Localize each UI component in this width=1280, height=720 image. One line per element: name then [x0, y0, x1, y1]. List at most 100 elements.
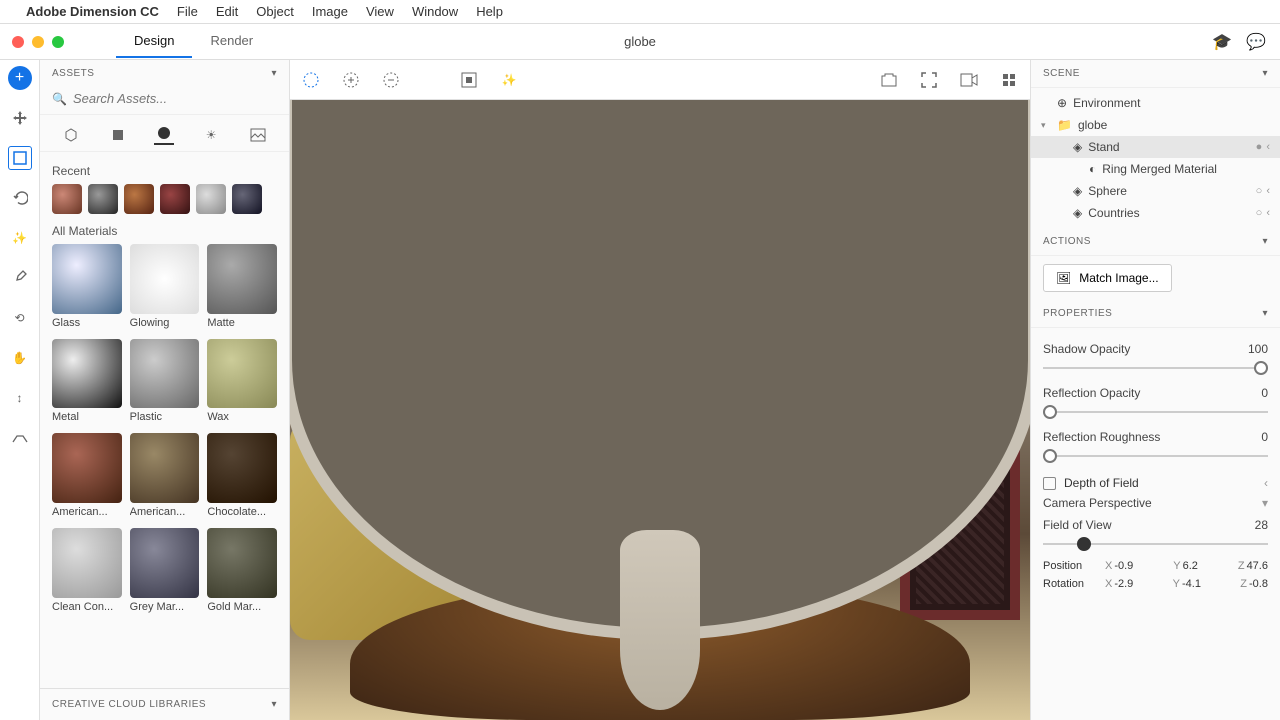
eyedropper-tool[interactable] — [8, 266, 32, 290]
depth-of-field-toggle[interactable]: Depth of Field‹ — [1043, 476, 1268, 490]
camera-bookmark-icon[interactable] — [878, 69, 900, 91]
scene-item-environment[interactable]: ⊕Environment — [1031, 92, 1280, 114]
material-swatch-icon[interactable]: ○ — [1256, 185, 1263, 197]
match-image-button[interactable]: 🖼Match Image... — [1043, 264, 1172, 292]
recent-material-thumb[interactable] — [196, 184, 226, 214]
material-item[interactable]: Clean Con... — [52, 528, 122, 613]
shapes-tab-icon[interactable] — [108, 125, 128, 145]
menu-file[interactable]: File — [177, 4, 198, 19]
3d-canvas[interactable] — [290, 100, 1030, 720]
menu-edit[interactable]: Edit — [216, 4, 238, 19]
select-tool[interactable] — [8, 146, 32, 170]
scene-item-globe[interactable]: ▾📁globe — [1031, 114, 1280, 136]
tab-render[interactable]: Render — [192, 25, 271, 58]
material-item[interactable]: American... — [52, 433, 122, 518]
app-name: Adobe Dimension CC — [26, 4, 159, 19]
move-tool[interactable] — [8, 106, 32, 130]
fov-value[interactable]: 28 — [1255, 518, 1268, 532]
dolly-tool[interactable]: ↕ — [8, 386, 32, 410]
mesh-icon: ◈ — [1073, 140, 1082, 154]
recent-material-thumb[interactable] — [88, 184, 118, 214]
folder-icon: 📁 — [1057, 118, 1072, 132]
assets-panel: ASSETS ▾ 🔍 ☀ Recent All Materials — [40, 60, 290, 720]
lights-tab-icon[interactable]: ☀ — [201, 125, 221, 145]
materials-tab-icon[interactable] — [154, 125, 174, 145]
cc-libraries-header[interactable]: CREATIVE CLOUD LIBRARIES▾ — [40, 688, 289, 720]
reflection-opacity-slider[interactable] — [1043, 402, 1268, 422]
shadow-opacity-slider[interactable] — [1043, 358, 1268, 378]
reflection-opacity-value[interactable]: 0 — [1261, 386, 1268, 400]
recent-material-thumb[interactable] — [52, 184, 82, 214]
reflection-opacity-label: Reflection Opacity — [1043, 386, 1140, 400]
material-item[interactable]: Wax — [207, 339, 277, 424]
rotation-z[interactable]: -0.8 — [1249, 578, 1268, 590]
recent-material-thumb[interactable] — [160, 184, 190, 214]
magic-wand-tool[interactable]: ✨ — [8, 226, 32, 250]
material-item[interactable]: Plastic — [130, 339, 200, 424]
subtract-selection-icon[interactable] — [380, 69, 402, 91]
render-preview-icon[interactable] — [958, 69, 980, 91]
scene-item-ring-material[interactable]: ◐Ring Merged Material — [1031, 158, 1280, 180]
zoom-window-icon[interactable] — [52, 36, 64, 48]
recent-material-thumb[interactable] — [232, 184, 262, 214]
scene-item-countries[interactable]: ◈Countries○‹ — [1031, 202, 1280, 224]
material-swatch-icon[interactable]: ○ — [1256, 207, 1263, 219]
material-item[interactable]: Gold Mar... — [207, 528, 277, 613]
material-item[interactable]: American... — [130, 433, 200, 518]
material-swatch-icon[interactable]: ● — [1256, 141, 1263, 153]
menu-help[interactable]: Help — [476, 4, 503, 19]
images-tab-icon[interactable] — [248, 125, 268, 145]
hand-tool[interactable]: ✋ — [8, 346, 32, 370]
close-window-icon[interactable] — [12, 36, 24, 48]
search-input[interactable] — [73, 91, 277, 106]
scene-menu-icon[interactable]: ▾ — [1262, 68, 1268, 79]
menu-image[interactable]: Image — [312, 4, 348, 19]
chevron-left-icon[interactable]: ‹ — [1266, 141, 1270, 153]
properties-header: PROPERTIES▾ — [1031, 300, 1280, 328]
assets-search[interactable]: 🔍 — [40, 87, 289, 115]
mesh-icon: ◈ — [1073, 206, 1082, 220]
position-y[interactable]: 6.2 — [1183, 560, 1198, 572]
scene-item-sphere[interactable]: ◈Sphere○‹ — [1031, 180, 1280, 202]
material-item[interactable]: Matte — [207, 244, 277, 329]
fullscreen-icon[interactable] — [918, 69, 940, 91]
models-tab-icon[interactable] — [61, 125, 81, 145]
recent-material-thumb[interactable] — [124, 184, 154, 214]
reflection-roughness-slider[interactable] — [1043, 446, 1268, 466]
chevron-down-icon[interactable]: ▾ — [1262, 496, 1268, 510]
material-item[interactable]: Glowing — [130, 244, 200, 329]
sample-material-icon[interactable]: ✨ — [498, 69, 520, 91]
reflection-roughness-value[interactable]: 0 — [1261, 430, 1268, 444]
material-item[interactable]: Glass — [52, 244, 122, 329]
rotation-y[interactable]: -4.1 — [1182, 578, 1201, 590]
render-settings-icon[interactable] — [998, 69, 1020, 91]
rotation-x[interactable]: -2.9 — [1114, 578, 1133, 590]
tab-design[interactable]: Design — [116, 25, 192, 58]
viewport: ✨ — [290, 60, 1030, 720]
feedback-icon[interactable]: 💬 — [1246, 32, 1266, 52]
material-item[interactable]: Chocolate... — [207, 433, 277, 518]
horizon-tool[interactable] — [8, 426, 32, 450]
frame-selection-icon[interactable] — [458, 69, 480, 91]
material-item[interactable]: Grey Mar... — [130, 528, 200, 613]
marquee-select-icon[interactable] — [300, 69, 322, 91]
shadow-opacity-value[interactable]: 100 — [1248, 342, 1268, 356]
orbit-tool[interactable]: ⟲ — [8, 306, 32, 330]
traffic-lights[interactable] — [0, 36, 76, 48]
menu-object[interactable]: Object — [256, 4, 294, 19]
assets-menu-icon[interactable]: ▾ — [271, 68, 277, 79]
material-item[interactable]: Metal — [52, 339, 122, 424]
fov-slider[interactable] — [1043, 534, 1268, 554]
add-selection-icon[interactable] — [340, 69, 362, 91]
menu-window[interactable]: Window — [412, 4, 458, 19]
position-x[interactable]: -0.9 — [1114, 560, 1133, 572]
scene-item-stand[interactable]: ◈Stand●‹ — [1031, 136, 1280, 158]
add-content-button[interactable]: + — [8, 66, 32, 90]
chevron-left-icon[interactable]: ‹ — [1266, 207, 1270, 219]
learn-icon[interactable]: 🎓 — [1212, 32, 1232, 52]
position-z[interactable]: 47.6 — [1247, 560, 1268, 572]
menu-view[interactable]: View — [366, 4, 394, 19]
minimize-window-icon[interactable] — [32, 36, 44, 48]
chevron-left-icon[interactable]: ‹ — [1266, 185, 1270, 197]
undo-tool[interactable] — [8, 186, 32, 210]
